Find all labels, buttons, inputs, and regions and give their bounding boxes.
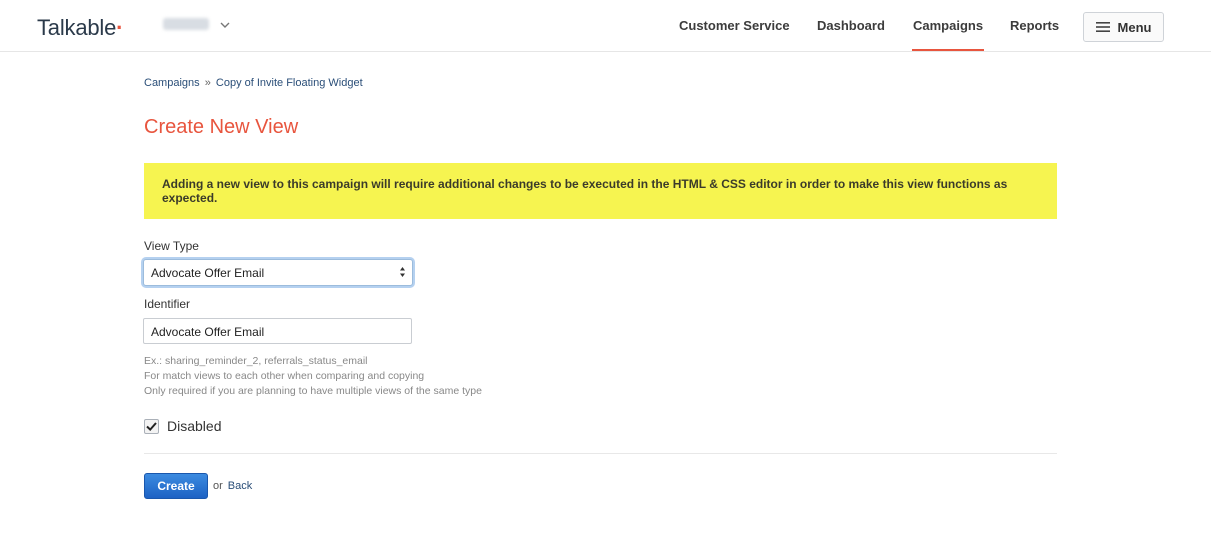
view-type-select[interactable]: Advocate Offer Email [143,259,413,286]
talkable-logo[interactable]: Talkable· [37,15,123,41]
identifier-input[interactable]: Advocate Offer Email [143,318,412,344]
site-name-blurred [163,18,209,30]
warning-alert: Adding a new view to this campaign will … [144,163,1057,219]
hamburger-icon [1095,22,1110,32]
create-button[interactable]: Create [144,473,208,499]
nav-reports[interactable]: Reports [1010,18,1059,33]
help-line: For match views to each other when compa… [144,370,425,382]
breadcrumb-current[interactable]: Copy of Invite Floating Widget [216,77,363,89]
or-text: or [213,480,223,492]
disabled-checkbox-row[interactable]: Disabled [144,418,221,434]
checkmark-icon [146,421,157,431]
chevron-down-icon [219,18,231,30]
disabled-checkbox[interactable] [144,418,159,434]
identifier-label: Identifier [144,297,191,311]
menu-button[interactable]: Menu [1083,12,1164,42]
nav-active-indicator [912,49,984,51]
form-actions: Create or Back [144,473,252,499]
back-link[interactable]: Back [228,480,252,492]
select-arrows-icon [400,267,405,277]
breadcrumb-separator: » [204,77,211,89]
site-switcher[interactable] [163,18,231,30]
top-header: Talkable· Customer Service Dashboard Cam… [0,0,1211,52]
menu-label: Menu [1117,19,1152,35]
page-title: Create New View [144,116,299,138]
breadcrumb-campaigns[interactable]: Campaigns [144,77,200,89]
help-line: Ex.: sharing_reminder_2, referrals_statu… [144,355,368,367]
form-divider [144,453,1057,454]
logo-spark-icon: · [116,15,124,40]
identifier-help-text: Ex.: sharing_reminder_2, referrals_statu… [144,354,482,399]
breadcrumb: Campaigns » Copy of Invite Floating Widg… [144,77,363,89]
view-type-label: View Type [144,239,199,253]
view-type-selected-value: Advocate Offer Email [151,266,265,280]
disabled-label: Disabled [167,418,222,434]
nav-dashboard[interactable]: Dashboard [817,18,885,33]
logo-text: Talkable [37,15,117,40]
nav-campaigns[interactable]: Campaigns [913,18,983,33]
nav-customer-service[interactable]: Customer Service [679,18,790,33]
help-line: Only required if you are planning to hav… [144,385,482,397]
